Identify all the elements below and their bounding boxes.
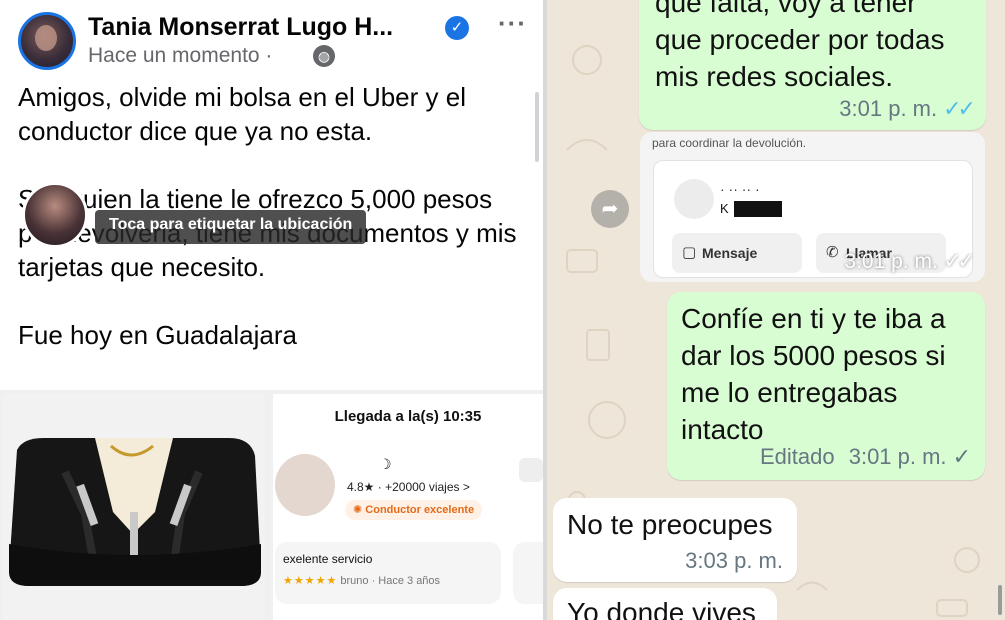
contact-avatar (674, 179, 714, 219)
whatsapp-chat: que falta, voy a tener que proceder por … (547, 0, 1005, 620)
review-meta: ★★★★★ bruno · Hace 3 años (283, 574, 493, 587)
excellent-driver-badge: ✺ Conductor excelente (345, 500, 483, 520)
badge-label: Conductor excelente (365, 504, 475, 516)
tag-location-tooltip[interactable]: Toca para etiquetar la ubicación (95, 210, 367, 244)
bag-image (3, 394, 265, 620)
chat-icon (519, 458, 543, 482)
incoming-message[interactable]: Yo donde vives (553, 588, 777, 620)
review-card-next (513, 542, 543, 604)
redaction-block (734, 201, 782, 217)
tagged-avatar[interactable] (22, 182, 88, 248)
arrival-time: Llegada a la(s) 10:35 (334, 408, 482, 425)
review-text: exelente servicio (283, 552, 373, 566)
outgoing-message[interactable]: Confíe en ti y te iba a dar los 5000 pes… (667, 292, 985, 480)
more-options-icon[interactable]: ··· (498, 8, 527, 39)
post-photos: Llegada a la(s) 10:35 ☽ 4.8★ · +20000 vi… (0, 390, 543, 620)
timestamp-text: Hace un momento (88, 44, 260, 67)
author-avatar[interactable] (18, 12, 76, 70)
phone-icon: ✆ (826, 244, 839, 261)
message-meta: 3:01 p. m. ✓✓ (844, 249, 975, 274)
contact-card-message[interactable]: para coordinar la devolución. · ·· ·· · … (640, 132, 985, 282)
review-card: exelente servicio ★★★★★ bruno · Hace 3 a… (275, 542, 501, 604)
message-icon: ▢ (682, 244, 697, 261)
outgoing-message[interactable]: que falta, voy a tener que proceder por … (639, 0, 986, 130)
post-paragraph: Fue hoy en Guadalajara (18, 320, 297, 350)
message-time: 3:01 p. m. (844, 250, 938, 273)
scrollbar[interactable] (535, 92, 539, 162)
facebook-post: Tania Monserrat Lugo H... ✓ ··· Hace un … (0, 0, 543, 620)
message-meta: 3:01 p. m. ✓✓ (839, 96, 976, 122)
author-name[interactable]: Tania Monserrat Lugo H... (88, 13, 393, 42)
edited-label: Editado (759, 444, 835, 469)
post-paragraph: Amigos, olvide mi bolsa en el Uber y el … (18, 82, 466, 146)
message-text: Confíe en ti y te iba a dar los 5000 pes… (681, 303, 946, 445)
uber-screenshot[interactable]: Llegada a la(s) 10:35 ☽ 4.8★ · +20000 vi… (273, 394, 543, 620)
contact-detail: K (720, 201, 729, 216)
message-button-label: Mensaje (702, 245, 758, 261)
review-author: bruno · Hace 3 años (340, 575, 441, 587)
message-time: 3:03 p. m. (685, 548, 783, 573)
message-contact-button[interactable]: ▢ Mensaje (672, 233, 802, 273)
forward-icon[interactable]: ➦ (591, 190, 629, 228)
message-time: 3:01 p. m. (848, 444, 947, 469)
read-receipt-icon: ✓✓ (943, 96, 976, 121)
star-rating-icon: ★★★★★ (283, 575, 338, 587)
card-caption: para coordinar la devolución. (652, 136, 807, 150)
driver-rating: 4.8★ · +20000 viajes > (347, 480, 470, 494)
globe-icon: ◍ (313, 45, 335, 67)
verified-badge-icon: ✓ (445, 16, 469, 40)
message-text: que falta, voy a tener que proceder por … (655, 0, 945, 92)
message-time: 3:01 p. m. (839, 96, 938, 121)
contact-name-obscured: · ·· ·· · (720, 181, 760, 197)
sent-check-icon: ✓ (952, 444, 971, 469)
scrollbar[interactable] (998, 585, 1002, 615)
read-receipt-icon: ✓✓ (943, 250, 975, 273)
driver-avatar (275, 454, 335, 516)
post-timestamp[interactable]: Hace un momento · (88, 44, 272, 68)
bag-photo[interactable] (3, 394, 265, 620)
message-text: No te preocupes (567, 509, 773, 540)
message-text: Yo donde vives (567, 597, 756, 620)
message-meta: Editado 3:01 p. m. ✓ (760, 444, 971, 470)
incoming-message[interactable]: No te preocupes 3:03 p. m. (553, 498, 797, 582)
